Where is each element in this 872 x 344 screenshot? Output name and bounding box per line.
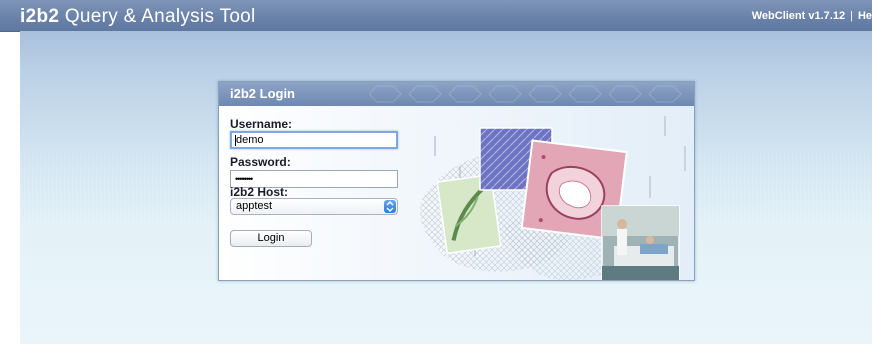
password-value: •••••••• bbox=[235, 174, 253, 184]
login-body: Username: demo Password: •••••••• i2b2 H… bbox=[219, 106, 694, 280]
login-button[interactable]: Login bbox=[230, 230, 312, 247]
password-label: Password: bbox=[230, 155, 291, 169]
hex-pattern bbox=[369, 85, 682, 103]
login-panel: i2b2 Login Username: demo Password: ••••… bbox=[218, 81, 695, 281]
host-selected: apptest bbox=[236, 200, 273, 212]
app-name: Query & Analysis Tool bbox=[64, 6, 256, 27]
username-value: demo bbox=[236, 134, 264, 146]
login-title-bar: i2b2 Login bbox=[219, 82, 694, 106]
header-separator: | bbox=[850, 10, 853, 22]
username-input[interactable]: demo bbox=[230, 131, 398, 149]
host-label: i2b2 Host: bbox=[230, 185, 289, 199]
username-label: Username: bbox=[230, 117, 293, 131]
chevron-updown-icon bbox=[384, 200, 396, 213]
host-select[interactable]: apptest bbox=[230, 198, 398, 215]
app-header: i2b2 Query & Analysis Tool WebClient v1.… bbox=[0, 0, 872, 32]
header-right: WebClient v1.7.12 | He bbox=[752, 10, 872, 22]
help-link[interactable]: He bbox=[858, 10, 872, 22]
app-title: i2b2 Query & Analysis Tool bbox=[20, 6, 256, 28]
version-label: WebClient v1.7.12 bbox=[751, 10, 846, 22]
login-title: i2b2 Login bbox=[230, 86, 295, 101]
medical-collage-image bbox=[420, 116, 686, 280]
brand-name: i2b2 bbox=[20, 6, 60, 27]
